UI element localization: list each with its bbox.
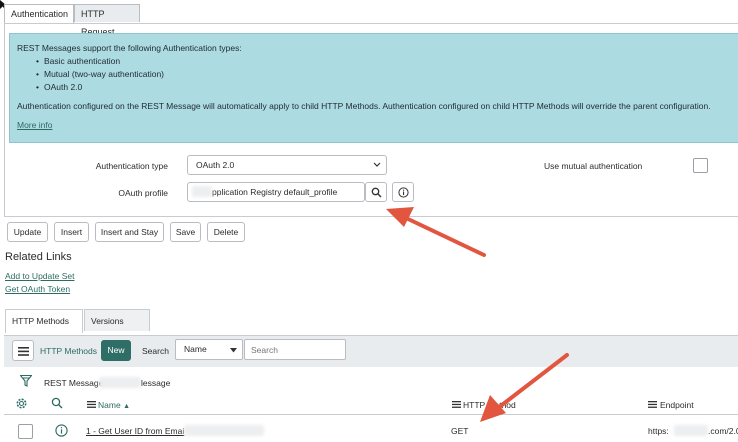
row-http-method: GET: [451, 426, 469, 436]
column-name-label: Name: [98, 400, 121, 410]
column-header-name[interactable]: Name ▲: [98, 400, 130, 410]
row-name-link[interactable]: 1 - Get User ID from Emai: [86, 426, 184, 436]
add-to-update-set-link[interactable]: Add to Update Set: [5, 271, 74, 281]
annotation-arrow: [480, 353, 569, 422]
search-field-value: Name: [184, 344, 207, 354]
info-type-basic: Basic authentication: [36, 56, 120, 66]
column-menu-icon[interactable]: [452, 401, 461, 408]
oauth-profile-value: pplication Registry default_profile: [212, 187, 338, 197]
more-info-link[interactable]: More info: [17, 120, 52, 130]
auth-type-select[interactable]: OAuth 2.0: [187, 155, 387, 175]
caret-down-icon: [230, 348, 237, 353]
mutual-auth-checkbox[interactable]: [693, 158, 708, 173]
chevron-down-icon: [373, 162, 381, 167]
info-intro: REST Messages support the following Auth…: [17, 43, 242, 53]
annotation-arrow: [386, 207, 486, 257]
info-note: Authentication configured on the REST Me…: [17, 101, 711, 111]
column-header-endpoint[interactable]: Endpoint: [660, 400, 694, 410]
auth-type-label: Authentication type: [95, 161, 168, 171]
hamburger-icon: [18, 347, 29, 356]
search-label: Search: [142, 346, 169, 356]
search-icon: [371, 187, 382, 198]
oauth-profile-info-button[interactable]: [392, 182, 414, 202]
search-icon[interactable]: [51, 397, 63, 409]
insert-and-stay-button[interactable]: Insert and Stay: [95, 222, 164, 242]
info-icon: [398, 187, 409, 198]
new-button[interactable]: New: [101, 340, 131, 361]
gear-icon[interactable]: [15, 397, 28, 410]
save-button[interactable]: Save: [170, 222, 201, 242]
sort-ascending-icon: ▲: [123, 403, 130, 410]
info-message: REST Messages support the following Auth…: [9, 33, 738, 143]
search-field-select[interactable]: Name: [175, 339, 243, 360]
column-menu-icon[interactable]: [648, 401, 657, 408]
redacted-text: [674, 425, 708, 436]
column-menu-icon[interactable]: [87, 401, 96, 408]
tab-authentication[interactable]: Authentication: [4, 4, 74, 24]
get-oauth-token-link[interactable]: Get OAuth Token: [5, 284, 70, 294]
info-type-oauth: OAuth 2.0: [36, 82, 82, 92]
row-endpoint-start: https:: [648, 426, 669, 436]
info-icon[interactable]: [55, 424, 68, 437]
filter-condition-suffix: lessage: [141, 378, 171, 388]
info-type-mutual: Mutual (two-way authentication): [36, 69, 164, 79]
table-row: 1 - Get User ID from Emai GET https: .co…: [4, 415, 738, 442]
filter-icon[interactable]: [20, 375, 32, 387]
redacted-text: [99, 377, 141, 388]
search-input[interactable]: [244, 339, 346, 360]
oauth-profile-lookup-button[interactable]: [365, 182, 387, 202]
tab-versions[interactable]: Versions (204): [84, 309, 150, 348]
oauth-profile-input[interactable]: pplication Registry default_profile: [187, 182, 365, 202]
list-title[interactable]: HTTP Methods: [40, 346, 97, 356]
related-links-title: Related Links: [5, 251, 72, 263]
row-select-checkbox[interactable]: [18, 424, 33, 439]
insert-button[interactable]: Insert: [54, 222, 89, 242]
tab-http-request[interactable]: HTTP Request: [74, 4, 140, 37]
mutual-auth-label: Use mutual authentication: [544, 161, 643, 171]
update-button[interactable]: Update: [7, 222, 48, 242]
delete-button[interactable]: Delete: [207, 222, 245, 242]
redacted-text: [184, 425, 264, 436]
tab-http-methods[interactable]: HTTP Methods (8): [5, 309, 83, 348]
oauth-profile-label: OAuth profile: [118, 188, 168, 198]
redacted-text: [192, 186, 212, 197]
auth-type-value: OAuth 2.0: [196, 160, 235, 170]
list-menu-button[interactable]: [12, 340, 34, 361]
row-endpoint-end: .com/2.0/: [708, 426, 738, 436]
